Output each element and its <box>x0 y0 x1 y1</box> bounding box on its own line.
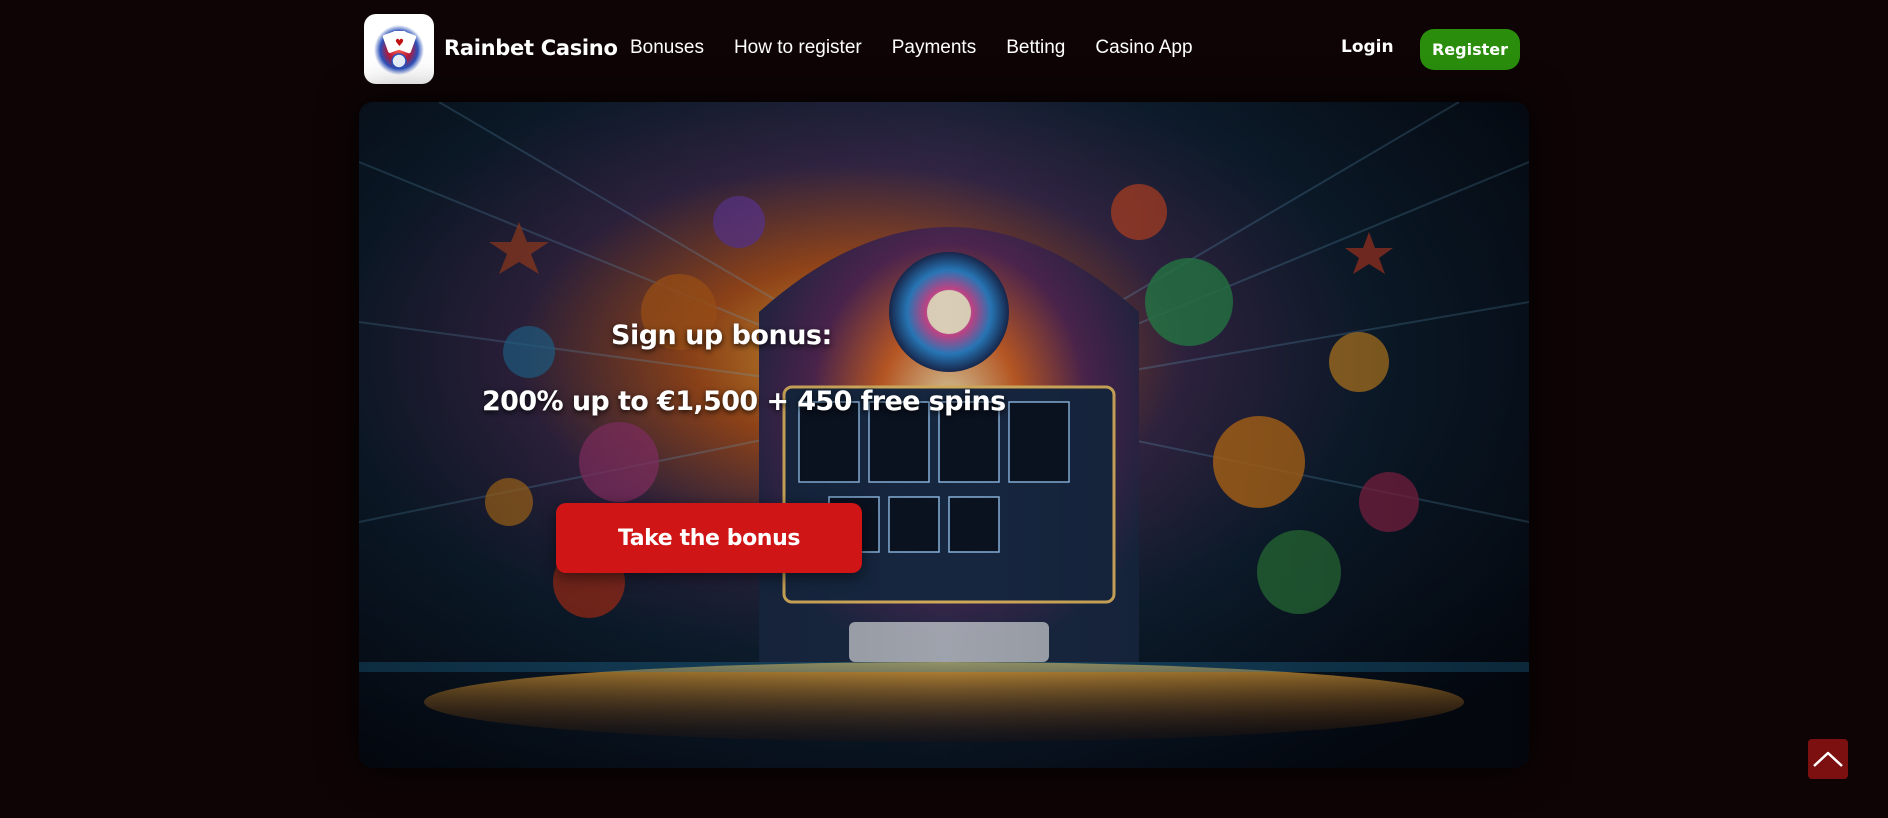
svg-text:♥: ♥ <box>395 38 404 49</box>
logo[interactable]: ♥ <box>364 14 434 84</box>
main-nav: Bonuses How to register Payments Betting… <box>630 37 1223 59</box>
brand-name[interactable]: Rainbet Casino <box>444 36 618 60</box>
playing-cards-logo-icon: ♥ <box>374 25 424 75</box>
hero-overlay <box>359 102 1529 768</box>
nav-casino-app[interactable]: Casino App <box>1095 37 1192 59</box>
login-link[interactable]: Login <box>1341 37 1394 57</box>
register-button[interactable]: Register <box>1420 29 1520 70</box>
nav-how-to-register[interactable]: How to register <box>734 37 862 59</box>
nav-bonuses[interactable]: Bonuses <box>630 37 704 59</box>
hero-banner: Sign up bonus: 200% up to €1,500 + 450 f… <box>359 102 1529 768</box>
site-header: ♥ Rainbet Casino Bonuses How to register… <box>364 14 1520 84</box>
take-bonus-button[interactable]: Take the bonus <box>556 503 862 573</box>
hero-title: Sign up bonus: <box>611 320 832 351</box>
nav-payments[interactable]: Payments <box>892 37 976 59</box>
bonus-offer-text: 200% up to €1,500 + 450 free spins <box>482 386 1006 417</box>
scroll-to-top-button[interactable] <box>1808 739 1848 779</box>
nav-betting[interactable]: Betting <box>1006 37 1065 59</box>
chevron-up-icon <box>1813 751 1843 767</box>
